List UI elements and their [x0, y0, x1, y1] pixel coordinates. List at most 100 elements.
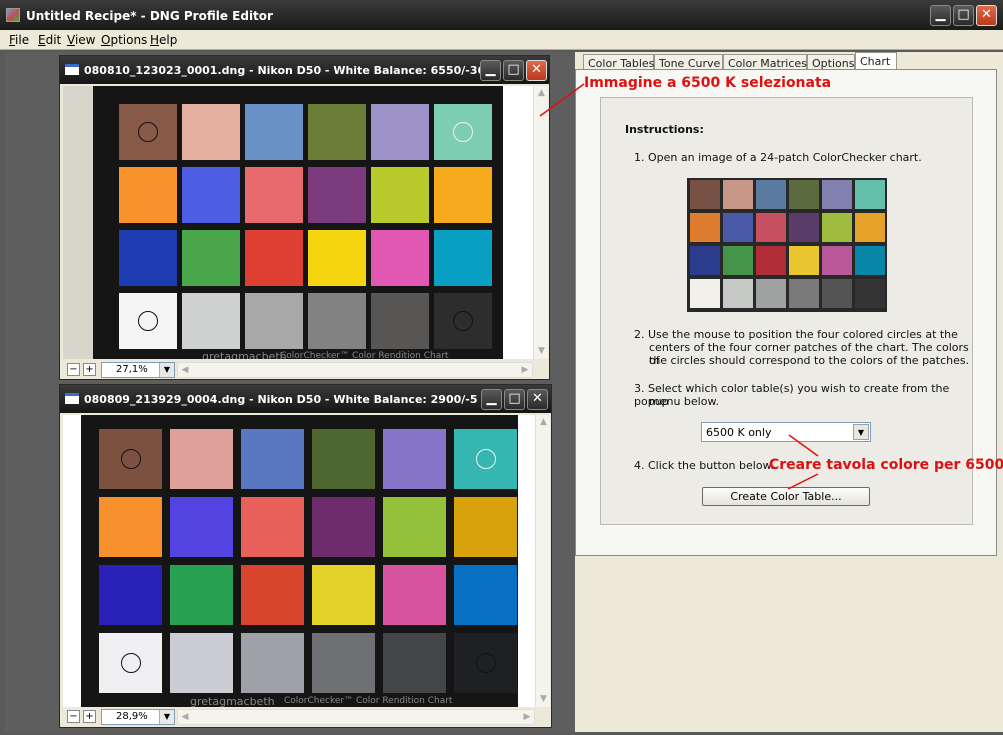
- chevron-down-icon[interactable]: ▼: [853, 424, 869, 440]
- menu-bar: File Edit View Options Help: [0, 30, 1003, 50]
- scroll-down-arrow-icon[interactable]: ▼: [534, 344, 549, 359]
- zoom-out-button[interactable]: −: [67, 710, 80, 723]
- color-patch: [312, 565, 375, 625]
- scroll-left-arrow-icon[interactable]: ◀: [178, 710, 192, 724]
- annotation-top: Immagine a 6500 K selezionata: [584, 75, 832, 91]
- color-patch: [371, 293, 429, 349]
- menu-edit[interactable]: Edit: [38, 33, 61, 47]
- chevron-down-icon[interactable]: ▼: [159, 710, 174, 724]
- chart-tab-body: Instructions: 1. Open an image of a 24-p…: [575, 69, 997, 556]
- reference-patch: [855, 279, 885, 308]
- color-patch: [245, 293, 303, 349]
- corner-marker-circle[interactable]: [475, 449, 496, 469]
- annotation-bottom: Creare tavola colore per 6500 K: [769, 457, 1003, 473]
- color-patch: [245, 104, 303, 160]
- color-patch: [99, 497, 162, 557]
- reference-patch: [789, 180, 819, 209]
- image-window-1-statusbar: − + 27,1% ▼ ◀ ▶: [63, 361, 549, 379]
- image-window-2-vertical-scrollbar[interactable]: ▲ ▼: [535, 415, 550, 707]
- menu-help[interactable]: Help: [150, 33, 177, 47]
- color-patch: [170, 429, 233, 489]
- color-patch: [170, 565, 233, 625]
- image-window-2[interactable]: 080809_213929_0004.dng - Nikon D50 - Whi…: [59, 384, 552, 728]
- color-patch: [182, 104, 240, 160]
- image-window-2-close-button[interactable]: ✕: [527, 389, 548, 410]
- color-patch: [119, 230, 177, 286]
- color-patch: [434, 167, 492, 223]
- menu-view[interactable]: View: [67, 33, 95, 47]
- image-window-1-viewport[interactable]: gretagmacbeth ColorChecker™ Color Renditi…: [63, 86, 533, 359]
- create-color-table-button[interactable]: Create Color Table...: [702, 487, 870, 506]
- color-table-select[interactable]: 6500 K only ▼: [701, 422, 871, 442]
- color-patch: [371, 230, 429, 286]
- scroll-right-arrow-icon[interactable]: ▶: [518, 363, 532, 377]
- color-patch: [383, 429, 446, 489]
- menu-file[interactable]: File: [9, 33, 29, 47]
- color-patch: [308, 167, 366, 223]
- reference-patch: [756, 213, 786, 242]
- reference-patch: [690, 246, 720, 275]
- corner-marker-circle[interactable]: [475, 653, 496, 673]
- corner-marker-circle[interactable]: [453, 311, 473, 331]
- colorchecker-image-2[interactable]: gretagmacbeth ColorChecker™ Color Renditi…: [81, 415, 518, 707]
- image-window-2-titlebar[interactable]: 080809_213929_0004.dng - Nikon D50 - Whi…: [60, 385, 551, 413]
- color-patch: [119, 167, 177, 223]
- color-patch: [383, 497, 446, 557]
- color-patch: [308, 104, 366, 160]
- scroll-right-arrow-icon[interactable]: ▶: [520, 710, 534, 724]
- app-title: Untitled Recipe* - DNG Profile Editor: [26, 9, 273, 23]
- corner-marker-circle[interactable]: [453, 122, 473, 142]
- image-window-1-maximize-button[interactable]: □: [503, 60, 524, 81]
- chart-title-label: ColorChecker™ Color Rendition Chart: [284, 696, 453, 706]
- minimize-button[interactable]: ▁: [930, 5, 951, 26]
- scroll-up-arrow-icon[interactable]: ▲: [536, 415, 551, 430]
- zoom-select[interactable]: 27,1% ▼: [101, 362, 175, 378]
- scroll-up-arrow-icon[interactable]: ▲: [534, 86, 549, 101]
- image-window-2-maximize-button[interactable]: □: [504, 389, 525, 410]
- reference-patch: [789, 279, 819, 308]
- image-window-2-horizontal-scrollbar[interactable]: ◀ ▶: [177, 709, 535, 725]
- reference-patch: [690, 180, 720, 209]
- close-button[interactable]: ✕: [976, 5, 997, 26]
- zoom-out-button[interactable]: −: [67, 363, 80, 376]
- image-window-1-title: 080810_123023_0001.dng - Nikon D50 - Whi…: [84, 64, 486, 77]
- reference-patch: [855, 180, 885, 209]
- image-window-1-titlebar[interactable]: 080810_123023_0001.dng - Nikon D50 - Whi…: [60, 56, 549, 84]
- corner-marker-circle[interactable]: [120, 449, 141, 469]
- zoom-in-button[interactable]: +: [83, 363, 96, 376]
- instructions-heading: Instructions:: [625, 123, 704, 136]
- menu-options[interactable]: Options: [101, 33, 147, 47]
- reference-patch: [723, 180, 753, 209]
- reference-patch: [690, 279, 720, 308]
- color-patch: [99, 565, 162, 625]
- zoom-value: 28,9%: [116, 711, 148, 722]
- chart-brand-label: gretagmacbeth: [202, 350, 287, 359]
- editor-panel: Color Tables Tone Curve Color Matrices O…: [575, 52, 1003, 732]
- chevron-down-icon[interactable]: ▼: [159, 363, 174, 377]
- image-window-1-close-button[interactable]: ✕: [526, 60, 547, 81]
- image-window-1[interactable]: 080810_123023_0001.dng - Nikon D50 - Whi…: [59, 55, 550, 380]
- scroll-down-arrow-icon[interactable]: ▼: [536, 692, 551, 707]
- corner-marker-circle[interactable]: [138, 122, 158, 142]
- scroll-left-arrow-icon[interactable]: ◀: [178, 363, 192, 377]
- zoom-select[interactable]: 28,9% ▼: [101, 709, 175, 725]
- zoom-in-button[interactable]: +: [83, 710, 96, 723]
- image-window-2-minimize-button[interactable]: ▁: [481, 389, 502, 410]
- corner-marker-circle[interactable]: [138, 311, 158, 331]
- image-window-1-vertical-scrollbar[interactable]: ▲ ▼: [533, 86, 548, 359]
- color-patch: [371, 167, 429, 223]
- image-window-1-horizontal-scrollbar[interactable]: ◀ ▶: [177, 362, 533, 378]
- reference-colorchecker: [687, 178, 887, 312]
- reference-patch: [723, 213, 753, 242]
- colorchecker-image-1[interactable]: gretagmacbeth ColorChecker™ Color Renditi…: [93, 86, 503, 359]
- color-patch: [245, 230, 303, 286]
- step-2-line-1: 2. Use the mouse to position the four co…: [634, 328, 958, 341]
- document-icon: [65, 64, 79, 75]
- reference-patch: [822, 180, 852, 209]
- reference-patch: [789, 213, 819, 242]
- corner-marker-circle[interactable]: [120, 653, 141, 673]
- maximize-button[interactable]: □: [953, 5, 974, 26]
- image-window-2-viewport[interactable]: gretagmacbeth ColorChecker™ Color Renditi…: [63, 415, 535, 707]
- image-window-1-minimize-button[interactable]: ▁: [480, 60, 501, 81]
- chart-brand-label: gretagmacbeth: [190, 695, 275, 707]
